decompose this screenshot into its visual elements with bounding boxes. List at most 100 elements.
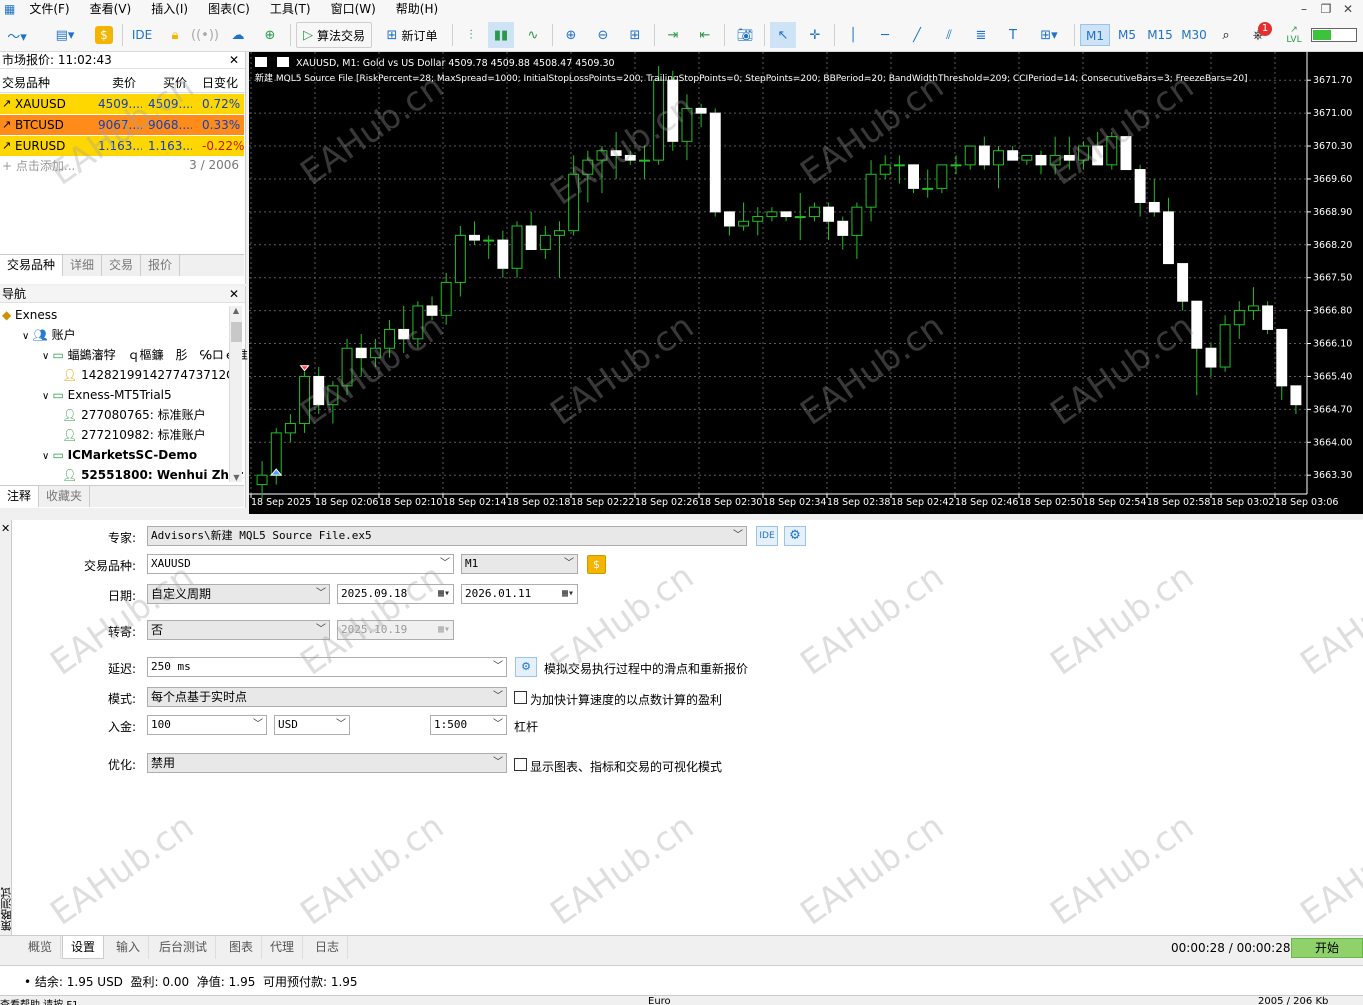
date-mode-select[interactable]: 自定义周期 ﹀ [147,584,330,604]
tester-tab[interactable]: 输入 [108,936,150,959]
tab-details[interactable]: 详细 [63,255,103,276]
menu-app-icon[interactable]: ▦ [0,0,19,18]
tester-tab[interactable]: 图表 [221,936,263,959]
navigator-item[interactable]: ∨ ▭ 蝠鷁瀋牸 ｑ樞鐮 肜 ℅ロｅ倠 [42,345,248,365]
navigator-item[interactable]: ∨ ▭ ICMarketsSC-Demo [42,445,197,465]
col-bid[interactable]: 卖价 [112,74,136,91]
crosshair-icon[interactable]: ✛ [802,22,828,48]
trendline-icon[interactable]: ╱ [904,22,930,48]
tab-trading[interactable]: 交易 [102,255,142,276]
start-button[interactable]: 开始 [1291,938,1363,958]
bar-chart-icon[interactable]: ⫶ [458,22,484,48]
tester-tab[interactable]: 后台测试 [151,936,217,959]
menu-file[interactable]: 文件(F) [19,0,79,18]
close-icon[interactable]: ✕ [229,287,239,301]
close-icon[interactable]: ✕ [229,53,239,67]
chart-type-icon[interactable]: 〜▾ [4,22,30,48]
settings-gear-icon[interactable]: ⚙ [784,526,806,546]
expert-select[interactable]: Advisors\新建 MQL5 Source File.ex5 ﹀ [147,526,747,546]
symbol-spec-icon[interactable]: $ [587,555,606,574]
candle-chart-icon[interactable]: ▮▮ [488,22,514,48]
navigator-item[interactable]: 👤︎ 277080765: 标准账户 [62,405,206,425]
navigator-item[interactable]: 👤︎ 277210982: 标准账户 [62,425,206,445]
menu-tools[interactable]: 工具(T) [260,0,321,18]
calendar-icon[interactable]: ▦▾ [562,585,574,603]
col-symbol[interactable]: 交易品种 [2,74,50,91]
chevron-down-icon[interactable]: ∨ [22,331,33,342]
chart-template-icon[interactable]: ▤▾ [48,22,82,48]
menu-charts[interactable]: 图表(C) [198,0,260,18]
market-row[interactable]: ↗ BTCUSD 9067.... 9068.... 0.33% [0,115,244,135]
tab-common[interactable]: 注释 [0,486,40,507]
chevron-down-icon[interactable]: ∨ [42,451,53,462]
ide-button[interactable]: IDE [128,22,156,48]
model-select[interactable]: 每个点基于实时点 ﹀ [147,687,507,707]
date-from-input[interactable]: 2025.09.18 ▦▾ [337,584,454,604]
market-row[interactable]: ↗ XAUUSD 4509.... 4509.... 0.72% [0,94,244,114]
chart-shift-icon[interactable]: ⇤ [692,22,718,48]
notifications-icon[interactable]: ⎈ 1 [1244,22,1272,48]
close-icon[interactable]: ✕ [1337,0,1359,18]
optimization-select[interactable]: 禁用 ﹀ [147,753,507,773]
delay-settings-icon[interactable]: ⚙ [515,657,537,677]
delay-select[interactable]: 250 ms ﹀ [147,657,507,677]
search-icon[interactable]: ⌕ [1214,22,1238,48]
horizontal-line-icon[interactable]: ─ [872,22,898,48]
date-to-input[interactable]: 2026.01.11 ▦▾ [461,584,578,604]
forward-select[interactable]: 否 ﹀ [147,620,330,640]
menu-window[interactable]: 窗口(W) [321,0,386,18]
zoom-in-icon[interactable]: ⊕ [558,22,584,48]
tester-tab[interactable]: 设置 [62,936,105,959]
timeframe-m15[interactable]: M15 [1144,24,1176,46]
menu-help[interactable]: 帮助(H) [386,0,448,18]
chevron-down-icon[interactable]: ∨ [42,391,53,402]
tester-tab[interactable]: 概览 [20,936,62,959]
navigator-item[interactable]: 👤︎ 1428219914277473712O: [62,365,239,385]
screenshot-icon[interactable]: 📷︎ [732,22,758,48]
market-row[interactable]: ↗EURUSD 1.163.... 1.163.... -0.22% [0,136,244,156]
navigator-item[interactable]: ∨ ▭ Exness-MT5Trial5 [42,385,172,405]
col-change[interactable]: 日变化 [202,74,238,91]
tester-tab[interactable]: 日志 [307,936,349,959]
tester-tab[interactable]: 代理 [262,936,304,959]
lock-icon[interactable]: 🔒︎ [164,22,186,48]
cursor-icon[interactable]: ↖ [770,22,796,48]
tile-windows-icon[interactable]: ⊞ [622,22,648,48]
menu-insert[interactable]: 插入(I) [141,0,198,18]
currency-select[interactable]: USD ﹀ [274,715,350,735]
auto-scroll-icon[interactable]: ⇥ [660,22,686,48]
vps-icon[interactable]: ⊕ [258,22,282,48]
navigator-item[interactable]: ∨ 👥︎ 账户 [22,325,76,345]
leverage-select[interactable]: 1:500 ﹀ [430,715,507,735]
col-ask[interactable]: 买价 [163,74,187,91]
calendar-icon[interactable]: ▦▾ [438,585,450,603]
timeframe-m30[interactable]: M30 [1178,24,1210,46]
symbol-select[interactable]: XAUUSD ﹀ [147,554,454,574]
price-chart[interactable]: 18 Sep 2025 18 Sep 02:06 18 Sep 02:10 18 Se… [249,52,1363,514]
visual-mode-checkbox[interactable] [514,758,527,771]
add-symbol-row[interactable]: + 点击添加... [2,157,75,174]
chevron-down-icon[interactable]: ∨ [42,351,53,362]
menu-view[interactable]: 查看(V) [80,0,142,18]
deposit-select[interactable]: 100 ﹀ [147,715,267,735]
channel-icon[interactable]: ⫽ [936,22,962,48]
navigator-item[interactable]: ◆ Exness [2,305,57,325]
signal-icon[interactable]: ((•)) [191,22,219,48]
navigator-item[interactable]: 👤︎ 52551800: Wenhui Zhar [62,465,243,485]
cloud-icon[interactable]: ☁ [226,22,250,48]
period-select[interactable]: M1 ﹀ [461,554,578,574]
shapes-icon[interactable]: ⊞▾ [1032,22,1066,48]
timeframe-m5[interactable]: M5 [1112,24,1142,46]
market-icon[interactable]: $ [93,22,115,48]
zoom-out-icon[interactable]: ⊖ [590,22,616,48]
tab-favorites[interactable]: 收藏夹 [39,486,91,507]
algo-trading-button[interactable]: ▷ 算法交易 [296,22,372,48]
timeframe-m1[interactable]: M1 [1080,24,1110,46]
fibonacci-icon[interactable]: ≣ [968,22,994,48]
tab-symbols[interactable]: 交易品种 [0,255,64,276]
line-chart-icon[interactable]: ∿ [520,22,546,48]
ide-button[interactable]: IDE [756,526,778,546]
vertical-line-icon[interactable]: │ [840,22,866,48]
minimize-icon[interactable]: – [1293,0,1315,18]
text-icon[interactable]: T [1000,22,1026,48]
